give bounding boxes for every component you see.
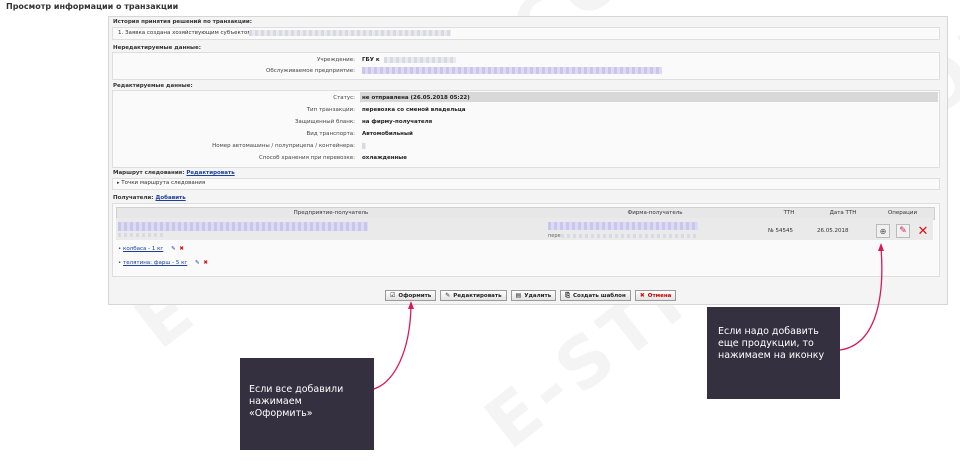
callout-add-line-3: нажимаем на иконку <box>718 350 825 361</box>
callout-submit-line-1: Если все добавили <box>249 384 344 395</box>
callout-submit: Если все добавили нажимаем «Оформить» <box>240 358 374 450</box>
callout-submit-line-2: нажимаем «Оформить» <box>249 396 313 419</box>
arrow-to-submit <box>369 305 412 391</box>
callout-add-line-1: Если надо добавить <box>718 326 819 337</box>
arrow-to-add-product <box>839 247 883 351</box>
callout-add-line-2: еще продукции, то <box>718 338 814 349</box>
arrowhead-submit <box>408 301 414 309</box>
arrowhead-add-product <box>878 243 884 251</box>
callout-add-product: Если надо добавить еще продукции, то наж… <box>707 307 840 399</box>
